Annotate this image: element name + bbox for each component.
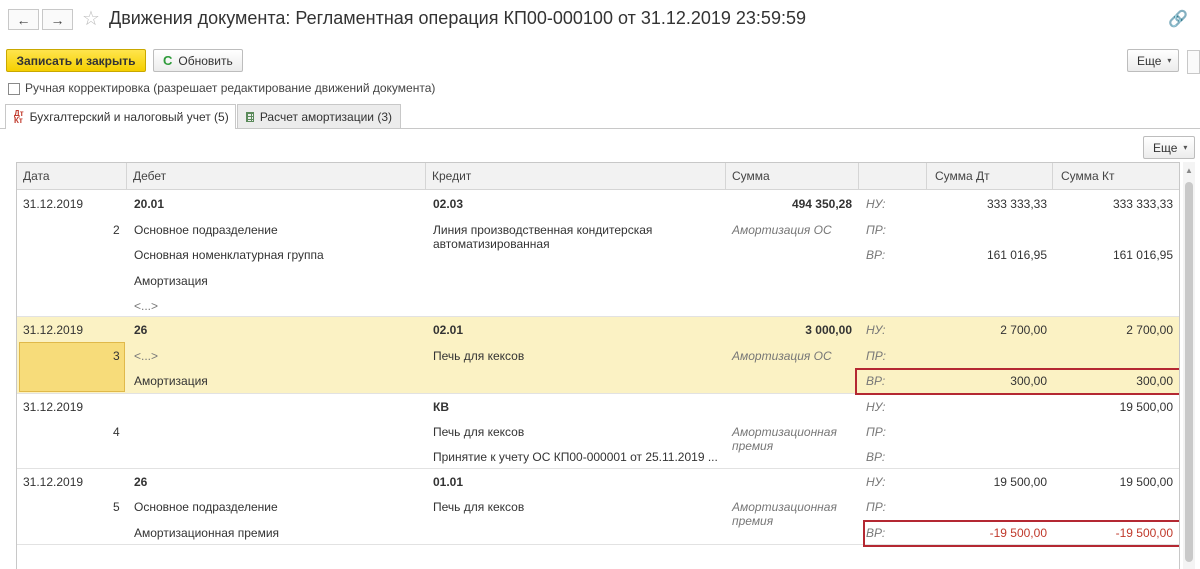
more-label: Еще [1137, 53, 1162, 68]
row-date: 31.12.2019 [23, 323, 84, 337]
sum-dt-vr: 161 016,95 [986, 248, 1047, 262]
movements-table: Дата Дебет Кредит Сумма Сумма Дт Сумма К… [16, 162, 1180, 569]
credit-account: 02.03 [433, 197, 464, 211]
credit-account: КВ [433, 400, 449, 414]
label-nu: НУ: [866, 475, 886, 489]
label-nu: НУ: [866, 400, 886, 414]
sum-dt-nu: 333 333,33 [986, 197, 1047, 211]
sum-kt-nu: 2 700,00 [1126, 323, 1173, 337]
label-vr: ВР: [866, 248, 886, 262]
row-number: 5 [113, 500, 120, 514]
chevron-down-icon: ▾ [1183, 143, 1188, 152]
debit-account: 20.01 [134, 197, 165, 211]
sum-kt-vr: 161 016,95 [1112, 248, 1173, 262]
window-scrollbar[interactable] [1187, 50, 1200, 74]
debit-subconto-2: Основная номенклатурная группа [134, 248, 324, 262]
tab-accounting-label: Бухгалтерский и налоговый учет (5) [29, 110, 229, 124]
row-content: Амортизационная премия [732, 500, 837, 528]
refresh-button[interactable]: C Обновить [153, 49, 243, 72]
debit-subconto-1: Амортизация [134, 374, 208, 388]
col-credit[interactable]: Кредит [426, 163, 726, 190]
credit-subconto-1: Печь для кексов [433, 425, 525, 439]
save-and-close-label: Записать и закрыть [16, 53, 136, 68]
chevron-down-icon: ▾ [1167, 56, 1172, 65]
save-and-close-button[interactable]: Записать и закрыть [6, 49, 146, 72]
table-row[interactable]: 31.12.2019 2 20.01 Основное подразделени… [17, 191, 1179, 317]
row-amount: 3 000,00 [805, 323, 852, 337]
page-title: Движения документа: Регламентная операци… [109, 8, 806, 28]
table-scrollbar[interactable]: ▲ [1183, 162, 1195, 569]
scroll-up-icon[interactable]: ▲ [1185, 166, 1193, 175]
row-date: 31.12.2019 [23, 197, 84, 211]
table-row[interactable]: 31.12.2019 4 КВ Печь для кексов Принятие… [17, 394, 1179, 469]
label-pr: ПР: [866, 425, 886, 439]
debit-more: <...> [134, 349, 159, 363]
label-pr: ПР: [866, 349, 886, 363]
credit-subconto-1: Линия производственная кондитерская авто… [433, 223, 653, 251]
forward-button[interactable]: → [42, 9, 73, 30]
tab-accounting[interactable]: Дт Кт Бухгалтерский и налоговый учет (5) [5, 104, 236, 129]
col-type[interactable] [859, 163, 927, 190]
label-vr: ВР: [866, 450, 886, 464]
col-debit[interactable]: Дебет [127, 163, 426, 190]
row-number: 4 [113, 425, 120, 439]
row-date: 31.12.2019 [23, 475, 84, 489]
debit-account: 26 [134, 475, 148, 489]
sum-kt-nu: 19 500,00 [1119, 475, 1173, 489]
row-date: 31.12.2019 [23, 400, 84, 414]
refresh-label: Обновить [178, 53, 233, 68]
label-nu: НУ: [866, 197, 886, 211]
row-content: Амортизационная премия [732, 425, 837, 453]
manual-correction-checkbox[interactable] [8, 83, 20, 95]
sum-dt-nu: 19 500,00 [993, 475, 1047, 489]
debit-subconto-1: Основное подразделение [134, 500, 278, 514]
link-icon[interactable]: 🔗 [1168, 9, 1188, 29]
selected-cell[interactable] [19, 342, 125, 392]
credit-account: 02.01 [433, 323, 464, 337]
dt-kt-icon: Дт Кт [14, 109, 24, 125]
sum-kt-nu: 19 500,00 [1119, 400, 1173, 414]
credit-subconto-1: Печь для кексов [433, 349, 525, 363]
debit-subconto-2: Амортизационная премия [134, 526, 280, 540]
label-pr: ПР: [866, 500, 886, 514]
row-amount: 494 350,28 [791, 197, 852, 211]
label-pr: ПР: [866, 223, 886, 237]
credit-subconto-2: Принятие к учету ОС КП00-000001 от 25.11… [433, 450, 718, 464]
debit-more: <...> [134, 299, 159, 313]
row-number: 2 [113, 223, 120, 237]
row-content: Амортизация ОС [732, 223, 832, 237]
col-sum-dt[interactable]: Сумма Дт [927, 163, 1053, 190]
table-row[interactable]: 31.12.2019 5 26 Основное подразделение А… [17, 469, 1179, 547]
highlight-box-vr-negative [863, 520, 1179, 547]
highlight-box-vr-positive [855, 368, 1179, 395]
table-header: Дата Дебет Кредит Сумма Сумма Дт Сумма К… [17, 163, 1179, 190]
star-icon[interactable]: ☆ [82, 6, 100, 31]
col-date[interactable]: Дата [17, 163, 127, 190]
back-button[interactable]: ← [8, 9, 39, 30]
table-more-label: Еще [1153, 140, 1178, 155]
more-button[interactable]: Еще ▾ [1127, 49, 1179, 72]
credit-subconto-1: Печь для кексов [433, 500, 525, 514]
arrow-right-icon: → [50, 11, 65, 28]
arrow-left-icon: ← [16, 11, 31, 28]
col-sum-kt[interactable]: Сумма Кт [1053, 163, 1179, 190]
credit-account: 01.01 [433, 475, 464, 489]
sum-dt-nu: 2 700,00 [1000, 323, 1047, 337]
tab-depreciation[interactable]: Расчет амортизации (3) [237, 104, 401, 128]
tab-depreciation-label: Расчет амортизации (3) [259, 109, 392, 124]
debit-subconto-3: Амортизация [134, 274, 208, 288]
debit-account: 26 [134, 323, 148, 337]
label-nu: НУ: [866, 323, 886, 337]
row-number: 3 [113, 349, 120, 363]
table-more-button[interactable]: Еще ▾ [1143, 136, 1195, 159]
col-amount[interactable]: Сумма [726, 163, 859, 190]
scroll-thumb[interactable] [1185, 182, 1193, 562]
refresh-icon: C [163, 53, 173, 68]
table-row-selected[interactable]: 31.12.2019 3 26 <...> Амортизация 02.01 … [17, 317, 1179, 395]
manual-correction-label: Ручная корректировка (разрешает редактир… [25, 81, 436, 95]
table-icon [246, 111, 254, 122]
sum-kt-nu: 333 333,33 [1112, 197, 1173, 211]
row-content: Амортизация ОС [732, 349, 832, 363]
debit-subconto-1: Основное подразделение [134, 223, 278, 237]
